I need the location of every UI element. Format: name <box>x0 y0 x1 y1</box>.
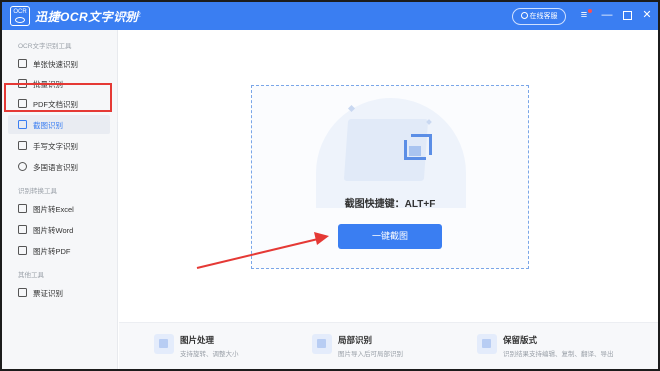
sidebar-group-title-other: 其他工具 <box>18 272 44 279</box>
crop-icon <box>18 120 27 129</box>
feature-title: 局部识别 <box>338 335 373 345</box>
sidebar-group-title-convert: 识别转换工具 <box>18 188 57 195</box>
sidebar-item-screenshot[interactable]: 截图识别 <box>8 115 110 134</box>
minimize-icon[interactable]: — <box>600 9 614 23</box>
sidebar-item-img-to-word[interactable]: 图片转Word <box>8 220 110 239</box>
partial-recognize-icon <box>312 334 332 354</box>
sidebar-group-title-ocr: OCR文字识别工具 <box>18 43 72 50</box>
word-icon <box>18 225 27 234</box>
logo-text: OCR <box>13 9 27 15</box>
online-service-label: 在线客服 <box>529 13 558 20</box>
feature-title: 保留版式 <box>503 335 538 345</box>
headset-icon <box>520 12 528 19</box>
ticket-icon <box>18 288 27 297</box>
feature-bar <box>119 322 658 369</box>
app-window: OCR 迅捷OCR文字识别 v8.6.4.2 在线客服 ≡ — ✕ OCR文字识… <box>0 0 660 371</box>
layout-icon <box>477 334 497 354</box>
one-click-screenshot-button[interactable]: 一键截图 <box>338 224 442 249</box>
sidebar-item-label: 图片转PDF <box>33 247 71 256</box>
sidebar-item-label: 多国语言识别 <box>33 163 78 172</box>
ocr-logo-icon: OCR <box>10 6 30 26</box>
globe-icon <box>18 162 27 171</box>
notification-dot <box>588 9 592 13</box>
sidebar-item-label: 单张快速识别 <box>33 60 78 69</box>
feature-desc: 识别结果支持编辑、复制、翻译、导出 <box>503 351 614 358</box>
sidebar-item-ticket[interactable]: 票证识别 <box>8 283 110 302</box>
feature-title: 图片处理 <box>180 335 215 345</box>
sidebar-item-label: 手写文字识别 <box>33 142 78 151</box>
sidebar-item-single-quick[interactable]: 单张快速识别 <box>8 54 110 73</box>
sidebar-item-img-to-pdf[interactable]: 图片转PDF <box>8 241 110 260</box>
crop-illustration-icon <box>404 134 432 160</box>
maximize-icon[interactable] <box>620 9 634 23</box>
image-process-icon <box>154 334 174 354</box>
sidebar-item-label: 票证识别 <box>33 289 63 298</box>
feature-desc: 图片导入后可局部识别 <box>338 351 403 358</box>
pdf-icon <box>18 246 27 255</box>
image-icon <box>18 59 27 68</box>
online-service-button[interactable]: 在线客服 <box>512 8 566 25</box>
handwriting-icon <box>18 141 27 150</box>
sidebar-item-label: 图片转Word <box>33 226 74 235</box>
sidebar-item-handwriting[interactable]: 手写文字识别 <box>8 136 110 155</box>
close-icon[interactable]: ✕ <box>640 9 654 23</box>
title-bar[interactable]: OCR 迅捷OCR文字识别 v8.6.4.2 在线客服 ≡ — ✕ <box>2 2 658 30</box>
sidebar-item-label: 截图识别 <box>33 121 63 130</box>
sidebar-item-multilang[interactable]: 多国语言识别 <box>8 157 110 176</box>
shortcut-hint: 截图快捷键：ALT+F <box>344 199 436 210</box>
highlight-outline <box>4 83 112 112</box>
feature-desc: 支持旋转、调整大小 <box>180 351 239 358</box>
excel-icon <box>18 204 27 213</box>
sidebar-item-img-to-excel[interactable]: 图片转Excel <box>8 199 110 218</box>
app-version: v8.6.4.2 <box>116 12 141 19</box>
sidebar-item-label: 图片转Excel <box>33 205 74 214</box>
